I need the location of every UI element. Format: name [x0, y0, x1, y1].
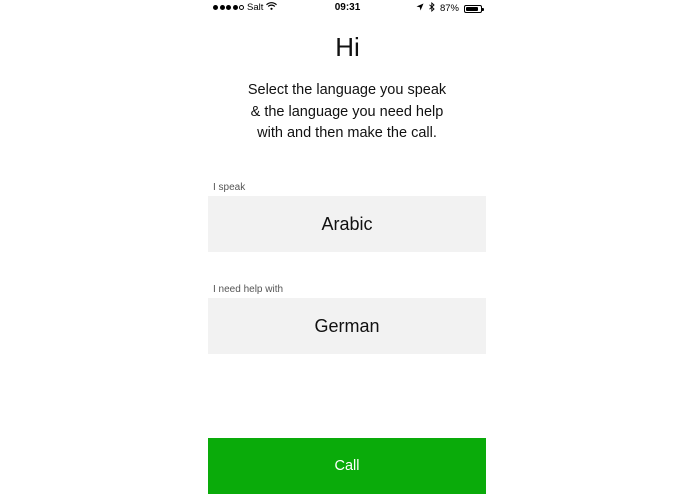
status-bar: Salt 09:31 87% — [0, 0, 695, 16]
speak-language-select[interactable]: Arabic — [208, 196, 486, 252]
help-language-value: German — [314, 315, 380, 336]
speak-field-label: I speak — [213, 182, 246, 193]
battery-fill — [466, 6, 479, 11]
app-screen: Salt 09:31 87% Hi Select the language yo… — [0, 0, 695, 494]
battery-icon — [464, 4, 484, 13]
location-icon — [416, 3, 424, 14]
call-button[interactable]: Call — [208, 438, 486, 494]
page-title: Hi — [335, 32, 360, 62]
help-field-label: I need help with — [213, 284, 284, 295]
battery-percent: 87% — [439, 3, 459, 14]
bluetooth-icon — [429, 1, 435, 15]
status-time: 09:31 — [334, 2, 361, 13]
help-language-select[interactable]: German — [208, 298, 486, 354]
instructions-text: Select the language you speak & the lang… — [247, 82, 447, 141]
status-right: 87% — [416, 1, 484, 15]
speak-language-value: Arabic — [321, 213, 373, 234]
